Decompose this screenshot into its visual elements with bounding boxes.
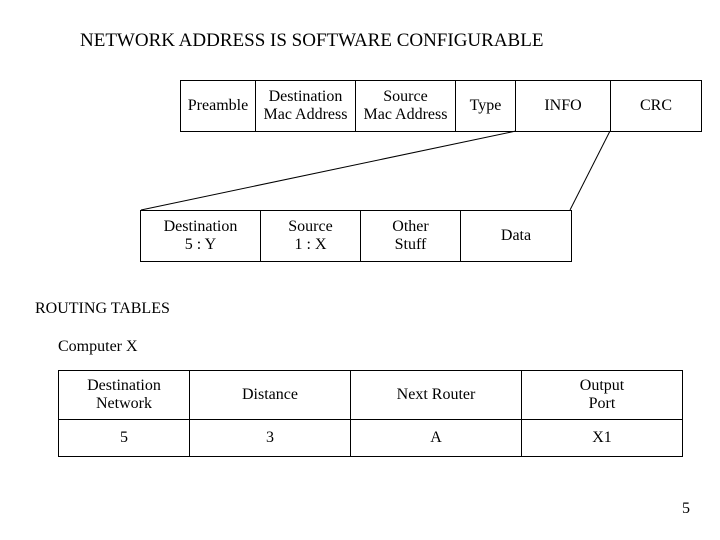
ethernet-frame: Preamble Destination Mac Address Source …	[180, 80, 702, 132]
lbl: Network	[59, 395, 189, 413]
cell-distance: 3	[190, 420, 351, 457]
routing-computer-label: Computer X	[58, 338, 138, 356]
lbl: 1 : X	[295, 236, 327, 254]
cell-data: Data	[461, 211, 571, 261]
lbl: Type	[470, 97, 502, 115]
cell-dest-mac: Destination Mac Address	[256, 81, 356, 131]
cell-out: X1	[522, 420, 683, 457]
cell-dest: 5	[59, 420, 190, 457]
cell-src: Source 1 : X	[261, 211, 361, 261]
lbl: INFO	[544, 97, 581, 115]
routing-section-title: ROUTING TABLES	[35, 300, 170, 318]
table-row: 5 3 A X1	[59, 420, 683, 457]
col-out: Output Port	[522, 371, 683, 420]
lbl: 5 : Y	[185, 236, 216, 254]
lbl: Port	[522, 395, 682, 413]
page-number: 5	[682, 500, 690, 518]
info-expanded-frame: Destination 5 : Y Source 1 : X Other Stu…	[140, 210, 572, 262]
cell-info: INFO	[516, 81, 611, 131]
col-next: Next Router	[351, 371, 522, 420]
lbl: Preamble	[188, 97, 248, 115]
cell-src-mac: Source Mac Address	[356, 81, 456, 131]
lbl: Source	[288, 218, 332, 236]
lbl: Data	[501, 227, 531, 245]
cell-dest: Destination 5 : Y	[141, 211, 261, 261]
col-dest: Destination Network	[59, 371, 190, 420]
cell-crc: CRC	[611, 81, 701, 131]
lbl: Destination	[164, 218, 238, 236]
cell-next: A	[351, 420, 522, 457]
lbl: Destination	[269, 88, 343, 106]
page-title: NETWORK ADDRESS IS SOFTWARE CONFIGURABLE	[80, 30, 543, 52]
routing-table: Destination Network Distance Next Router…	[58, 370, 683, 457]
cell-type: Type	[456, 81, 516, 131]
lbl: CRC	[640, 97, 672, 115]
lbl: Other	[392, 218, 428, 236]
cell-preamble: Preamble	[181, 81, 256, 131]
cell-other: Other Stuff	[361, 211, 461, 261]
lbl: Stuff	[395, 236, 427, 254]
lbl: Mac Address	[364, 106, 448, 124]
col-distance: Distance	[190, 371, 351, 420]
lbl: Mac Address	[264, 106, 348, 124]
lbl: Destination	[59, 377, 189, 395]
lbl: Source	[383, 88, 427, 106]
table-header-row: Destination Network Distance Next Router…	[59, 371, 683, 420]
lbl: Output	[522, 377, 682, 395]
